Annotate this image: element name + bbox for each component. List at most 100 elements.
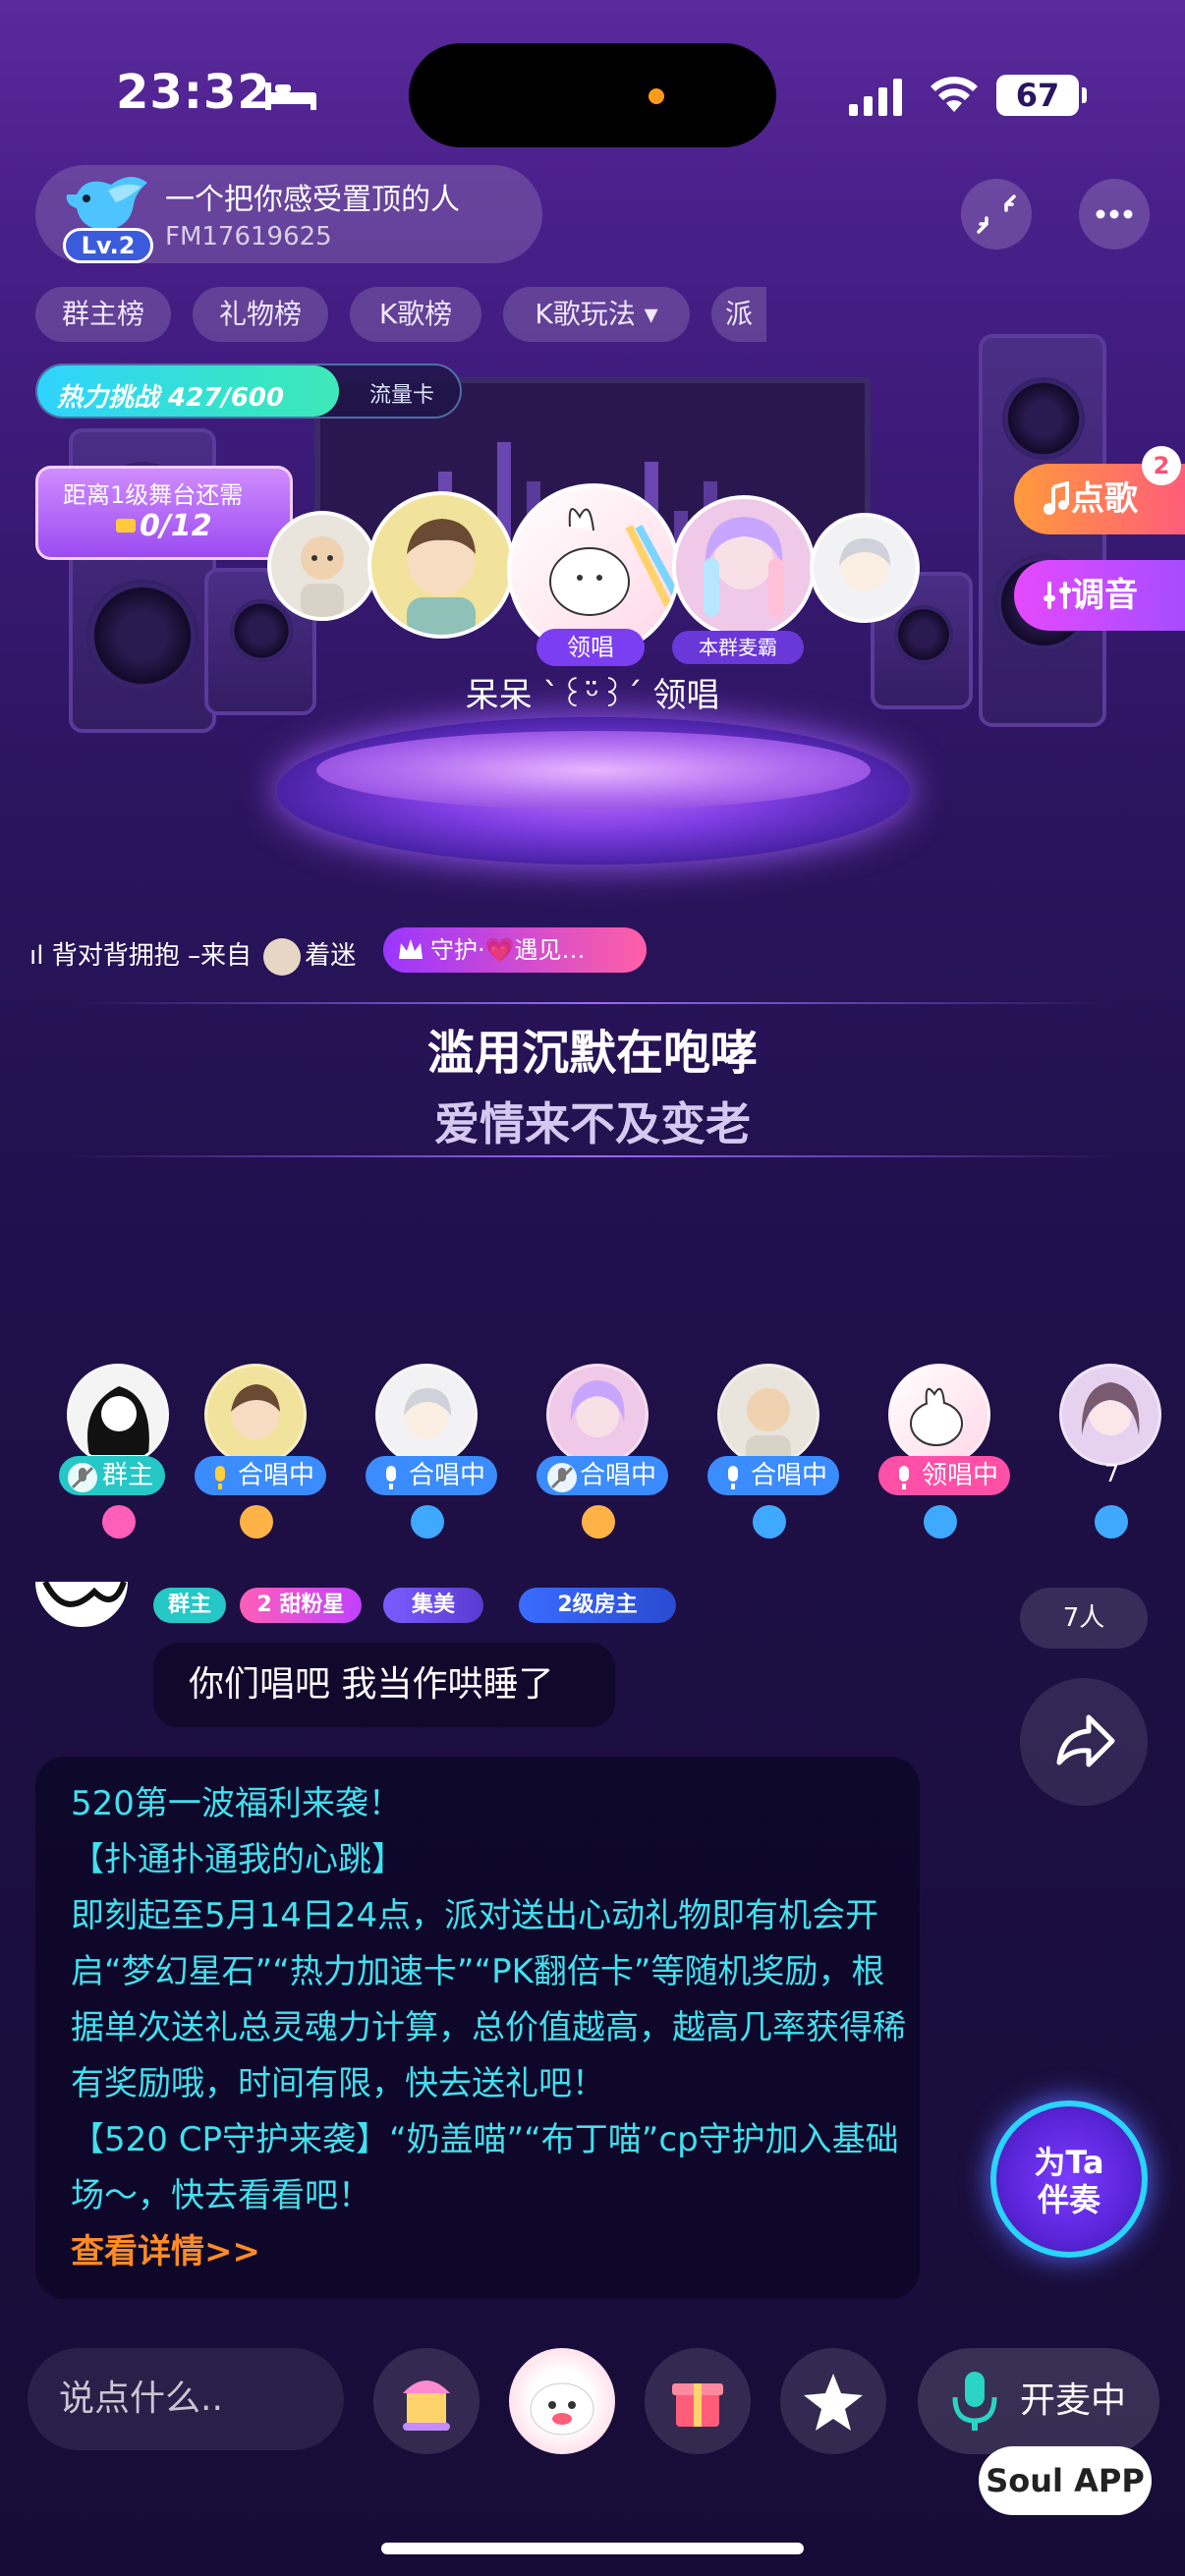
mic-muted-icon bbox=[68, 1463, 97, 1492]
seat-number-7: 7 bbox=[1104, 1460, 1120, 1487]
lead-singer-tag: 领唱 bbox=[536, 629, 645, 666]
order-count-badge: 2 bbox=[1142, 446, 1181, 485]
carousel-icon bbox=[403, 2380, 450, 2431]
tab-party[interactable]: 派 bbox=[711, 287, 766, 342]
mic-icon bbox=[215, 1466, 225, 1489]
tab-gift-rank[interactable]: 礼物榜 bbox=[193, 287, 328, 342]
heat-challenge-label: 热力挑战 427/600 bbox=[57, 383, 285, 413]
stage-goal-title: 距离1级舞台还需 bbox=[63, 481, 244, 509]
sweet-fan-badge: 2 甜粉星 bbox=[240, 1588, 362, 1623]
seat-avatar-5[interactable] bbox=[717, 1364, 819, 1466]
more-options-button[interactable] bbox=[1079, 179, 1150, 250]
online-count[interactable]: 7人 bbox=[1020, 1588, 1148, 1649]
seat-avatar-2[interactable] bbox=[204, 1364, 307, 1466]
mic-icon bbox=[899, 1466, 909, 1489]
dynamic-island bbox=[409, 43, 776, 147]
mic-icon bbox=[728, 1466, 738, 1489]
lyric-current: 滥用沉默在咆哮 bbox=[426, 1026, 758, 1081]
seat-level-badge-5 bbox=[753, 1505, 786, 1539]
seat-avatar-4[interactable] bbox=[546, 1364, 649, 1466]
accompany-line-2: 伴奏 bbox=[1037, 2181, 1100, 2218]
home-indicator[interactable] bbox=[381, 2543, 804, 2554]
bunny-face-icon bbox=[530, 2382, 594, 2436]
boy-avatar bbox=[407, 519, 476, 635]
crown-icon bbox=[399, 939, 423, 959]
ticket-icon bbox=[116, 519, 136, 532]
seat-level-badge-7 bbox=[1095, 1505, 1128, 1539]
status-time: 23:32 bbox=[116, 65, 271, 120]
room-owner-level-badge: 2级房主 bbox=[519, 1588, 676, 1623]
owner-badge: 群主 bbox=[153, 1588, 226, 1623]
recording-indicator bbox=[649, 88, 664, 104]
carousel-button[interactable] bbox=[373, 2348, 480, 2454]
accompany-button[interactable]: 为Ta 伴奏 bbox=[990, 2100, 1148, 2258]
stage-avatar-1[interactable] bbox=[267, 511, 377, 621]
requester-name: 着迷 bbox=[305, 941, 357, 971]
lead-singer-name: 呆呆 ˋ꒰ᵕ̈꒱ˊ 领唱 bbox=[465, 676, 720, 715]
tab-owner-rank[interactable]: 群主榜 bbox=[35, 287, 171, 342]
bunny-avatar bbox=[549, 508, 676, 616]
gift-button[interactable] bbox=[645, 2348, 751, 2454]
lyric-next: 爱情来不及变老 bbox=[434, 1097, 751, 1150]
mic-king-badge: 本群麦霸 bbox=[672, 631, 804, 664]
tab-ksong-play[interactable]: K歌玩法 ▾ bbox=[503, 287, 690, 342]
stage-avatar-2[interactable] bbox=[367, 491, 515, 639]
sleep-mode-icon bbox=[265, 83, 316, 110]
effects-button[interactable] bbox=[780, 2348, 886, 2454]
jimei-badge: 集美 bbox=[383, 1588, 483, 1623]
collapse-arrows-icon bbox=[977, 195, 1016, 234]
room-id: FM17619625 bbox=[165, 222, 332, 252]
now-playing[interactable]: ıl 背对背拥抱 –来自 着迷 bbox=[29, 935, 356, 976]
seat-avatar-3[interactable] bbox=[375, 1364, 478, 1466]
share-button[interactable] bbox=[1020, 1678, 1148, 1806]
seat-avatar-7[interactable] bbox=[1059, 1364, 1161, 1466]
announcement-text: 520第一波福利来袭！ 【扑通扑通我的心跳】 即刻起至5月14日24点，派对送出… bbox=[71, 1776, 906, 2280]
song-title: 背对背拥抱 –来自 bbox=[51, 941, 252, 971]
mic-icon bbox=[386, 1466, 396, 1489]
soul-app-watermark: Soul APP bbox=[979, 2446, 1152, 2515]
seat-avatar-1[interactable] bbox=[67, 1364, 169, 1466]
announcement-line-2: 【扑通扑通我的心跳】 bbox=[71, 1840, 405, 1879]
view-details-link[interactable]: 查看详情>> bbox=[71, 2224, 906, 2280]
chat-input[interactable]: 说点什么.. bbox=[28, 2348, 344, 2450]
chat-message: 你们唱吧 我当作哄睡了 bbox=[153, 1643, 615, 1727]
lyric-divider-bottom bbox=[69, 1155, 1116, 1157]
minimize-room-button[interactable] bbox=[961, 179, 1032, 250]
room-title: 一个把你感受置顶的人 bbox=[165, 183, 460, 217]
anime-girl-avatar bbox=[704, 517, 784, 617]
announcement-line-1: 520第一波福利来袭！ bbox=[71, 1784, 402, 1823]
microphone-icon bbox=[952, 2372, 997, 2431]
bunny-sticker-button[interactable] bbox=[509, 2348, 615, 2454]
lyric-divider-top bbox=[69, 1002, 1116, 1004]
seat-avatar-6[interactable] bbox=[888, 1364, 990, 1466]
mic-muted-icon bbox=[547, 1463, 577, 1492]
stage-avatar-5[interactable] bbox=[810, 513, 920, 623]
seat-level-badge-2 bbox=[240, 1505, 273, 1539]
cellular-signal-icon bbox=[849, 79, 902, 116]
announcement-line-4: 【520 CP守护来袭】“奶盖喵”“布丁喵”cp守护加入基础场～，快去看看吧！ bbox=[71, 2120, 899, 2215]
silver-hair-avatar bbox=[839, 538, 890, 591]
bald-man-avatar bbox=[301, 536, 344, 617]
equalizer-sliders-icon bbox=[1044, 582, 1071, 609]
more-dots-icon bbox=[1096, 209, 1133, 219]
star-icon bbox=[804, 2374, 863, 2431]
accompany-line-1: 为Ta bbox=[1034, 2144, 1104, 2181]
stage-avatar-4[interactable] bbox=[672, 495, 816, 639]
chat-user-avatar[interactable] bbox=[35, 1582, 128, 1627]
share-arrow-icon bbox=[1056, 1714, 1115, 1767]
battery-indicator: 67 bbox=[996, 75, 1087, 116]
level-badge: Lv.2 bbox=[63, 228, 153, 263]
music-note-icon bbox=[1044, 481, 1069, 515]
seat-level-badge-6 bbox=[924, 1505, 957, 1539]
tab-ksong-rank[interactable]: K歌榜 bbox=[350, 287, 481, 342]
announcement-line-3: 即刻起至5月14日24点，派对送出心动礼物即有机会开启“梦幻星石”“热力加速卡”… bbox=[71, 1896, 906, 2103]
seat-level-badge-1 bbox=[102, 1505, 136, 1539]
traffic-card-label[interactable]: 流量卡 bbox=[369, 377, 434, 409]
seat-level-badge-3 bbox=[411, 1505, 444, 1539]
stage-goal-value: 0/12 bbox=[140, 509, 212, 543]
sound-wave-icon: ıl bbox=[29, 941, 52, 971]
wifi-icon bbox=[931, 77, 978, 112]
seat-level-badge-4 bbox=[582, 1505, 615, 1539]
gift-icon bbox=[672, 2383, 723, 2427]
requester-avatar bbox=[263, 937, 302, 976]
